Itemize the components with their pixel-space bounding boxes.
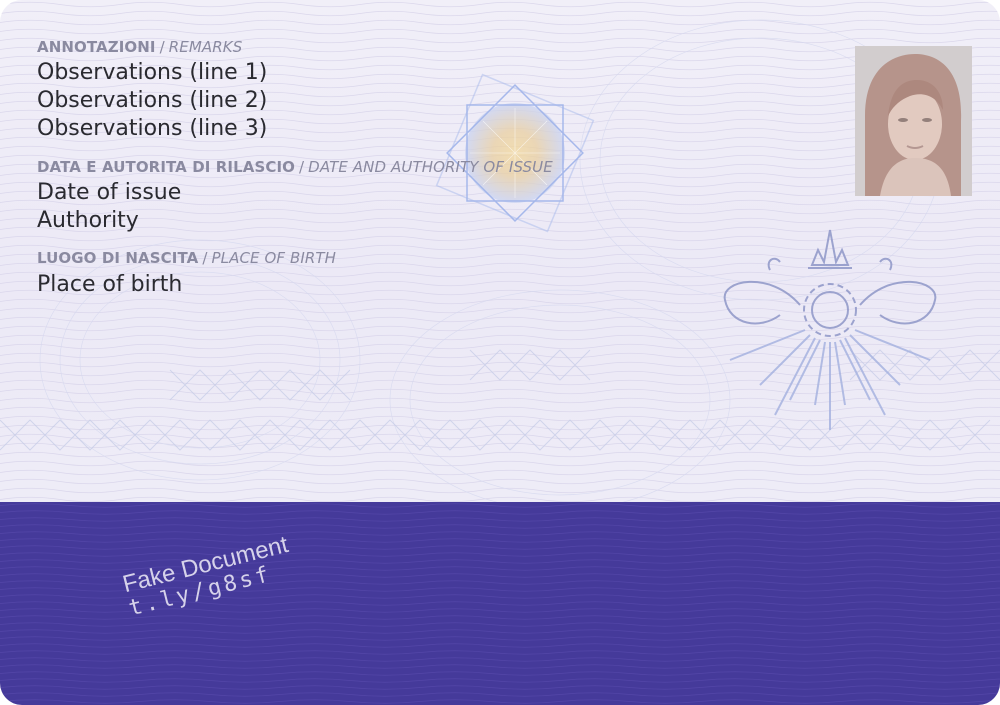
remarks-line-1: Observations (line 1) [37, 60, 268, 85]
id-card-back: ANNOTAZIONI / REMARKS Observations (line 1… [0, 0, 1000, 705]
issue-date-value: Date of issue [37, 180, 182, 205]
remarks-label: ANNOTAZIONI / REMARKS [37, 38, 242, 56]
issue-label: DATA E AUTORITA DI RILASCIO / DATE AND AUT… [37, 158, 553, 176]
issue-label-en: DATE AND AUTHORITY OF ISSUE [308, 158, 553, 176]
birth-label: LUOGO DI NASCITA / PLACE OF BIRTH [37, 249, 336, 267]
birth-label-it: LUOGO DI NASCITA [37, 249, 199, 267]
issue-label-it: DATA E AUTORITA DI RILASCIO [37, 158, 296, 176]
birth-label-separator: / [202, 249, 208, 267]
remarks-label-separator: / [159, 38, 165, 56]
birth-label-en: PLACE OF BIRTH [211, 249, 337, 267]
remarks-label-en: REMARKS [168, 38, 243, 56]
portrait-image [855, 46, 972, 196]
issue-label-separator: / [299, 158, 305, 176]
ghost-photo [855, 46, 972, 196]
birth-place-value: Place of birth [37, 272, 183, 297]
remarks-line-3: Observations (line 3) [37, 116, 268, 141]
remarks-line-2: Observations (line 2) [37, 88, 268, 113]
issue-authority-value: Authority [37, 208, 139, 233]
remarks-label-it: ANNOTAZIONI [37, 38, 156, 56]
